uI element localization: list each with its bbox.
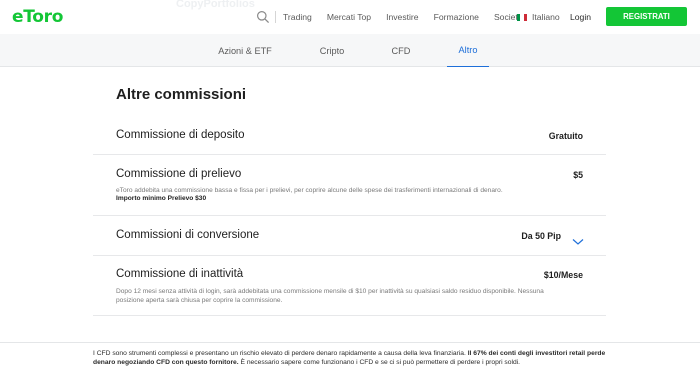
fee-label: Commissione di deposito	[116, 129, 245, 141]
main-nav: Trading Mercati Top Investire Formazione…	[283, 0, 538, 34]
chevron-down-icon[interactable]	[572, 233, 584, 245]
nav-item-trading[interactable]: Trading	[283, 12, 312, 22]
tab-azioni-etf[interactable]: Azioni & ETF	[214, 34, 276, 67]
fee-value: $10/Mese	[543, 270, 583, 280]
fee-value: Da 50 Pip	[521, 231, 561, 241]
fee-value: Gratuito	[548, 131, 583, 141]
nav-item-investire[interactable]: Investire	[386, 12, 418, 22]
tab-cripto[interactable]: Cripto	[312, 34, 352, 67]
tab-altro[interactable]: Altro	[447, 34, 489, 67]
disclaimer-part: È necessario sapere come funzionano i CF…	[238, 359, 521, 367]
fee-row-deposit: Commissione di deposito Gratuito	[93, 117, 606, 155]
language-label: Italiano	[532, 12, 560, 22]
login-link[interactable]: Login	[570, 12, 591, 22]
top-navbar: CopyPortfolios eToro Trading Mercati Top…	[0, 0, 700, 34]
fee-value: $5	[573, 170, 583, 180]
fee-minimum-note: Importo minimo Prelievo $30	[116, 195, 207, 202]
register-button[interactable]: REGISTRATI	[606, 7, 687, 26]
disclaimer-part: I CFD sono strumenti complessi e present…	[93, 350, 468, 357]
fee-label: Commissioni di conversione	[116, 229, 260, 241]
search-icon[interactable]	[256, 10, 270, 24]
risk-disclaimer: I CFD sono strumenti complessi e present…	[0, 342, 700, 371]
fee-description: eToro addebita una commissione bassa e f…	[116, 187, 503, 194]
fee-category-tabs: Azioni & ETF Cripto CFD Altro	[0, 34, 700, 67]
nav-item-mercati-top[interactable]: Mercati Top	[327, 12, 371, 22]
italy-flag-icon	[517, 13, 527, 21]
ghost-heading: CopyPortfolios	[176, 0, 255, 10]
fee-row-withdrawal: Commissione di prelievo $5 eToro addebit…	[93, 155, 606, 216]
fee-description: Dopo 12 mesi senza attività di login, sa…	[116, 288, 544, 304]
nav-item-formazione[interactable]: Formazione	[434, 12, 479, 22]
fee-row-conversion[interactable]: Commissioni di conversione Da 50 Pip	[93, 216, 606, 256]
logo-text: eToro	[12, 7, 64, 27]
fee-label: Commissione di inattività	[116, 268, 244, 280]
disclaimer-text: I CFD sono strumenti complessi e present…	[93, 349, 613, 367]
section-title: Altre commissioni	[116, 86, 247, 103]
nav-divider	[275, 11, 276, 23]
fee-row-inactivity: Commissione di inattività $10/Mese Dopo …	[93, 256, 606, 316]
language-selector[interactable]: Italiano	[517, 12, 560, 22]
tab-cfd[interactable]: CFD	[386, 34, 416, 67]
etoro-logo[interactable]: eToro	[12, 7, 63, 27]
fee-label: Commissione di prelievo	[116, 168, 242, 180]
